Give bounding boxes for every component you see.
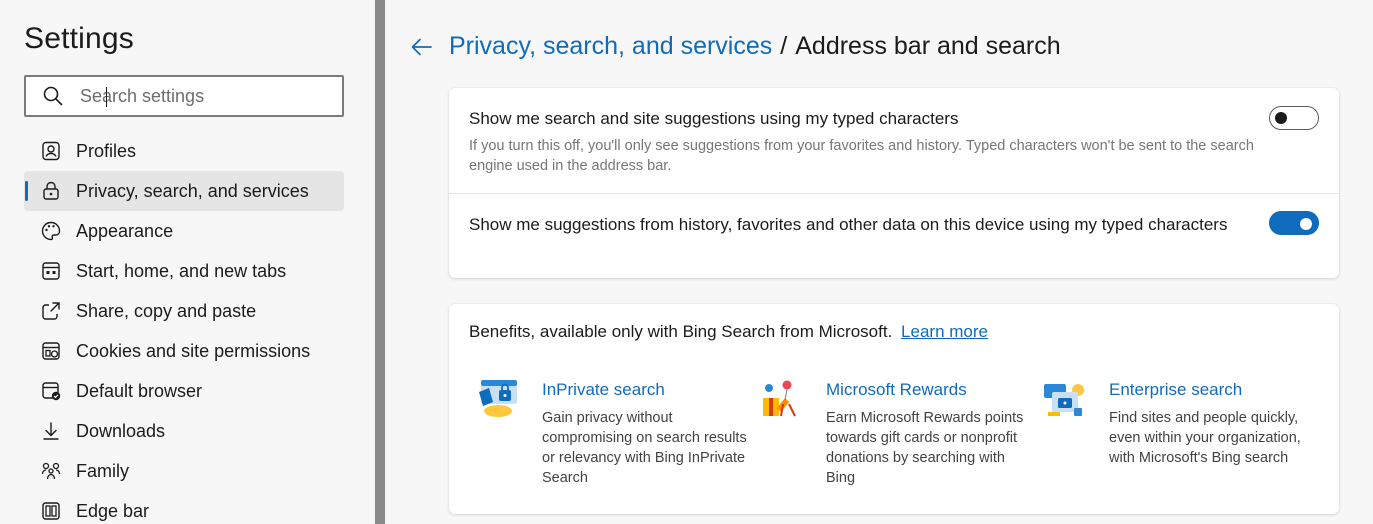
enterprise-search-icon xyxy=(1044,384,1084,416)
benefit-title[interactable]: InPrivate search xyxy=(542,380,665,400)
setting-title: Show me search and site suggestions usin… xyxy=(469,109,959,128)
share-icon xyxy=(40,300,62,322)
breadcrumb: Privacy, search, and services / Address … xyxy=(409,32,1061,61)
home-tabs-icon xyxy=(40,260,62,282)
toggle-knob xyxy=(1300,218,1312,230)
setting-row-search-suggestions: Show me search and site suggestions usin… xyxy=(449,88,1339,194)
sidebar-item-start-home[interactable]: Start, home, and new tabs xyxy=(24,251,344,291)
sidebar-item-share[interactable]: Share, copy and paste xyxy=(24,291,344,331)
benefits-heading: Benefits, available only with Bing Searc… xyxy=(469,322,988,342)
breadcrumb-parent-link[interactable]: Privacy, search, and services xyxy=(449,32,772,61)
main-content: Privacy, search, and services / Address … xyxy=(385,0,1373,524)
history-suggestions-toggle[interactable] xyxy=(1269,211,1319,235)
sidebar-item-label: Start, home, and new tabs xyxy=(76,260,287,281)
search-input[interactable] xyxy=(80,85,320,107)
learn-more-link[interactable]: Learn more xyxy=(901,322,988,341)
sidebar-item-label: Privacy, search, and services xyxy=(76,180,309,201)
suggestions-settings-card: Show me search and site suggestions usin… xyxy=(449,88,1339,278)
sidebar-item-privacy[interactable]: Privacy, search, and services xyxy=(24,171,344,211)
browser-icon xyxy=(40,380,62,402)
sidebar-nav: Profiles Privacy, search, and services A… xyxy=(24,131,344,524)
sidebar-item-label: Profiles xyxy=(76,140,137,161)
sidebar-item-label: Edge bar xyxy=(76,500,150,521)
sidebar-item-label: Downloads xyxy=(76,420,166,441)
bing-benefits-card: Benefits, available only with Bing Searc… xyxy=(449,304,1339,514)
search-icon xyxy=(43,86,63,106)
lock-icon xyxy=(40,180,62,202)
sidebar-item-family[interactable]: Family xyxy=(24,451,344,491)
search-suggestions-toggle[interactable] xyxy=(1269,106,1319,130)
cookies-icon xyxy=(40,340,62,362)
benefit-description: Gain privacy without compromising on sea… xyxy=(542,410,747,486)
back-arrow-icon[interactable] xyxy=(409,34,435,60)
sidebar-item-label: Default browser xyxy=(76,380,203,401)
benefit-description: Find sites and people quickly, even with… xyxy=(1109,410,1301,466)
setting-row-history-suggestions: Show me suggestions from history, favori… xyxy=(449,194,1339,278)
benefits-heading-text: Benefits, available only with Bing Searc… xyxy=(469,322,893,341)
download-icon xyxy=(40,420,62,442)
sidebar-item-cookies[interactable]: Cookies and site permissions xyxy=(24,331,344,371)
search-box[interactable] xyxy=(24,75,344,117)
sidebar-item-label: Cookies and site permissions xyxy=(76,340,311,361)
sidebar-title: Settings xyxy=(24,22,134,55)
sidebar-item-profiles[interactable]: Profiles xyxy=(24,131,344,171)
breadcrumb-separator: / xyxy=(780,32,788,60)
toggle-knob xyxy=(1275,112,1287,124)
edge-bar-icon xyxy=(40,500,62,522)
profile-icon xyxy=(40,140,62,162)
inprivate-search-icon xyxy=(479,380,517,417)
sidebar-item-downloads[interactable]: Downloads xyxy=(24,411,344,451)
sidebar-item-label: Appearance xyxy=(76,220,174,241)
sidebar-item-default-browser[interactable]: Default browser xyxy=(24,371,344,411)
page-title: Address bar and search xyxy=(795,32,1061,60)
family-icon xyxy=(40,460,62,482)
benefit-title[interactable]: Microsoft Rewards xyxy=(826,380,967,400)
sidebar-item-label: Share, copy and paste xyxy=(76,300,257,321)
sidebar-resize-divider[interactable] xyxy=(375,0,385,524)
sidebar-item-edge-bar[interactable]: Edge bar xyxy=(24,491,344,524)
benefit-description: Earn Microsoft Rewards points towards gi… xyxy=(826,410,1024,486)
benefit-title[interactable]: Enterprise search xyxy=(1109,380,1242,400)
setting-title: Show me suggestions from history, favori… xyxy=(469,215,1228,234)
sidebar: Settings Profiles Privacy, search, and s… xyxy=(0,0,375,524)
setting-description: If you turn this off, you'll only see su… xyxy=(469,138,1254,174)
rewards-icon xyxy=(763,380,796,417)
text-caret xyxy=(106,87,107,107)
sidebar-item-label: Family xyxy=(76,460,129,481)
sidebar-item-appearance[interactable]: Appearance xyxy=(24,211,344,251)
palette-icon xyxy=(40,220,62,242)
